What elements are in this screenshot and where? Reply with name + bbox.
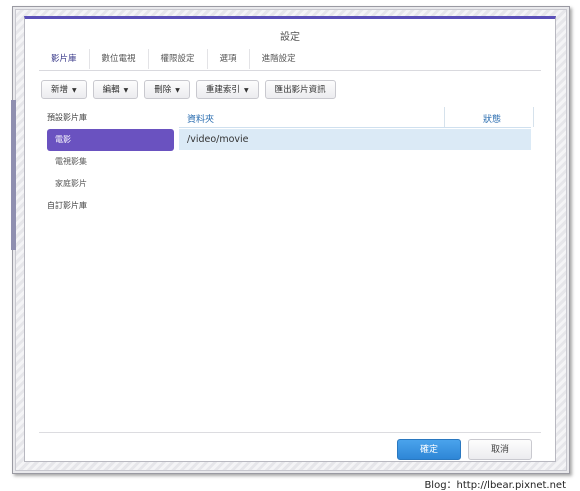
tab-digital-tv[interactable]: 數位電視 (90, 49, 149, 69)
sidebar-item-tv-series[interactable]: 電視影集 (41, 151, 176, 173)
column-header-folder[interactable]: 資料夾 (187, 112, 214, 125)
custom-library-group[interactable]: 自訂影片庫 (41, 195, 176, 217)
export-video-info-button[interactable]: 匯出影片資訊 (264, 80, 336, 99)
grid-header: 資料夾 狀態 (179, 107, 534, 128)
dialog-title: 設定 (280, 32, 300, 43)
reindex-button[interactable]: 重建索引 ▼ (195, 80, 259, 99)
folder-path-cell: /video/movie (187, 134, 249, 145)
settings-dialog: 設定 影片庫 數位電視 權限設定 選項 進階設定 新增 ▼ 編輯 ▼ 刪除 ▼ 重建索… (24, 16, 556, 462)
column-divider (533, 107, 534, 127)
background-window-edge (11, 100, 16, 250)
delete-button-label: 刪除 (154, 85, 172, 95)
add-button-label: 新增 (51, 85, 69, 95)
tab-permissions[interactable]: 權限設定 (149, 49, 208, 69)
tab-divider (39, 70, 541, 71)
sidebar-item-movies[interactable]: 電影 (47, 129, 174, 151)
footer-divider (39, 432, 541, 433)
chevron-down-icon: ▼ (175, 87, 180, 94)
library-sidebar: 預設影片庫 電影 電視影集 家庭影片 自訂影片庫 (41, 107, 176, 217)
column-header-status[interactable]: 狀態 (483, 112, 501, 125)
cancel-button[interactable]: 取消 (468, 439, 532, 460)
chevron-down-icon: ▼ (123, 87, 129, 94)
tab-bar: 影片庫 數位電視 權限設定 選項 進階設定 (39, 49, 308, 69)
default-library-group[interactable]: 預設影片庫 (41, 107, 176, 129)
add-button[interactable]: 新增 ▼ (41, 80, 87, 99)
toolbar: 新增 ▼ 編輯 ▼ 刪除 ▼ 重建索引 ▼ 匯出影片資訊 (41, 80, 336, 99)
tab-options[interactable]: 選項 (208, 49, 250, 69)
column-divider (444, 107, 445, 127)
chevron-down-icon: ▼ (243, 87, 249, 94)
edit-button[interactable]: 編輯 ▼ (92, 80, 139, 99)
blog-credit: Blog：http://lbear.pixnet.net (424, 480, 566, 491)
tab-advanced[interactable]: 進階設定 (250, 49, 308, 69)
reindex-button-label: 重建索引 (205, 85, 240, 95)
tab-video-library[interactable]: 影片庫 (39, 49, 90, 69)
table-row[interactable]: /video/movie (179, 129, 531, 150)
delete-button[interactable]: 刪除 ▼ (144, 80, 190, 99)
edit-button-label: 編輯 (102, 85, 120, 95)
sidebar-item-home-videos[interactable]: 家庭影片 (41, 173, 176, 195)
ok-button[interactable]: 確定 (397, 439, 461, 460)
chevron-down-icon: ▼ (72, 87, 77, 94)
